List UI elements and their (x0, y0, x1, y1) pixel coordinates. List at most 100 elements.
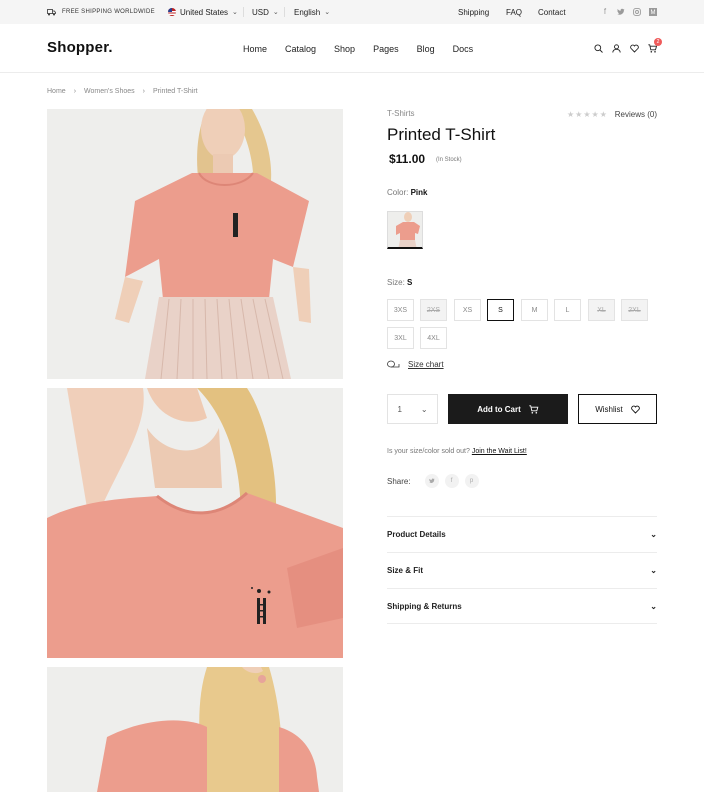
chevron-down-icon: ⌄ (232, 9, 238, 16)
currency-selector[interactable]: USD ⌄ (252, 0, 279, 24)
size-option-xl[interactable]: XL (588, 299, 615, 321)
nav-blog[interactable]: Blog (417, 44, 435, 54)
accordion-label: Size & Fit (387, 566, 424, 575)
currency-label: USD (252, 7, 269, 17)
contact-link[interactable]: Contact (538, 0, 566, 24)
wishlist-label: Wishlist (595, 404, 623, 414)
cart-icon (529, 404, 539, 414)
size-option-2xl[interactable]: 2XL (621, 299, 648, 321)
chevron-down-icon: ⌄ (650, 601, 657, 611)
nav-home[interactable]: Home (243, 44, 267, 54)
country-selector[interactable]: United States ⌄ (168, 0, 238, 24)
svg-text:M: M (651, 10, 656, 16)
ruler-icon (387, 360, 400, 368)
faq-link[interactable]: FAQ (506, 0, 522, 24)
quantity-select[interactable]: 1 ⌄ (387, 394, 438, 424)
color-swatch-pink[interactable] (387, 211, 423, 249)
us-flag-icon (168, 8, 176, 16)
nav-catalog[interactable]: Catalog (285, 44, 316, 54)
size-option-m[interactable]: M (521, 299, 548, 321)
star-icon: ★ (575, 110, 583, 119)
share-bar: Share: f p (387, 474, 479, 488)
quantity-value: 1 (397, 404, 402, 414)
size-option-3xl[interactable]: 3XL (387, 327, 414, 349)
size-option-3xs[interactable]: 3XS (387, 299, 414, 321)
cart-icon[interactable]: 2 (648, 38, 662, 53)
breadcrumb-home[interactable]: Home (47, 88, 66, 95)
star-icon: ★ (567, 110, 575, 119)
heart-icon (630, 405, 640, 414)
divider (284, 7, 285, 17)
heart-icon[interactable] (630, 44, 639, 53)
color-label-text: Color: (387, 188, 409, 197)
reviews-link[interactable]: Reviews (0) (615, 110, 657, 119)
chevron-right-icon: › (73, 87, 77, 95)
product-image-detail[interactable] (47, 388, 343, 658)
size-option-2xs[interactable]: 2XS (420, 299, 447, 321)
chevron-down-icon: ⌄ (324, 9, 331, 16)
breadcrumb-category[interactable]: Women's Shoes (84, 88, 135, 95)
nav-pages[interactable]: Pages (373, 44, 399, 54)
nav-docs[interactable]: Docs (453, 44, 474, 54)
star-icon: ★ (591, 110, 599, 119)
twitter-icon[interactable] (617, 8, 625, 16)
accordion-shipping-returns[interactable]: Shipping & Returns ⌄ (387, 588, 657, 624)
product-image-back[interactable] (47, 667, 343, 792)
top-bar: FREE SHIPPING WORLDWIDE United States ⌄ … (0, 0, 704, 24)
shipping-link[interactable]: Shipping (458, 0, 489, 24)
rating-stars: ★ ★ ★ ★ ★ (567, 110, 607, 119)
main-nav: Home Catalog Shop Pages Blog Docs (243, 24, 473, 73)
chevron-down-icon: ⌄ (650, 530, 657, 539)
truck-icon (47, 8, 56, 15)
chevron-down-icon: ⌄ (272, 9, 279, 16)
header-icons: 2 (594, 24, 662, 73)
wait-list-link[interactable]: Join the Wait List! (472, 448, 527, 455)
language-label: English (294, 7, 321, 17)
facebook-icon[interactable]: f (444, 474, 459, 488)
size-label: Size: S (387, 278, 412, 287)
size-option-xs[interactable]: XS (454, 299, 481, 321)
chevron-down-icon: ⌄ (650, 566, 657, 575)
twitter-icon[interactable] (424, 474, 439, 488)
size-option-s[interactable]: S (487, 299, 514, 321)
wishlist-button[interactable]: Wishlist (578, 394, 657, 424)
instagram-icon[interactable] (633, 8, 641, 16)
facebook-icon[interactable]: f (601, 8, 609, 16)
product-category[interactable]: T-Shirts (387, 109, 415, 118)
star-icon: ★ (583, 110, 591, 119)
social-links: f M (601, 0, 657, 24)
size-option-4xl[interactable]: 4XL (420, 327, 447, 349)
size-value: S (407, 278, 413, 287)
pinterest-icon[interactable]: p (464, 474, 479, 488)
share-label: Share: (387, 476, 411, 486)
medium-icon[interactable]: M (649, 8, 657, 16)
star-icon: ★ (599, 110, 607, 119)
main-header: Shopper. Home Catalog Shop Pages Blog Do… (0, 24, 704, 73)
user-icon[interactable] (612, 44, 621, 53)
chevron-right-icon: › (142, 87, 145, 95)
color-value: Pink (410, 188, 428, 197)
product-image-front[interactable] (47, 109, 343, 379)
nav-shop[interactable]: Shop (334, 44, 355, 54)
wait-list-text: Is your size/color sold out? (387, 448, 470, 455)
language-selector[interactable]: English ⌄ (294, 0, 330, 24)
search-icon[interactable] (594, 44, 603, 53)
stock-status: (In Stock) (436, 157, 462, 163)
free-shipping-notice: FREE SHIPPING WORLDWIDE (47, 0, 155, 24)
color-label: Color: Pink (387, 188, 427, 197)
shipping-text: FREE SHIPPING WORLDWIDE (62, 9, 155, 15)
wait-list-notice: Is your size/color sold out? Join the Wa… (387, 448, 527, 455)
chevron-down-icon: ⌄ (420, 404, 428, 414)
site-logo[interactable]: Shopper. (47, 39, 113, 56)
product-title: Printed T-Shirt (387, 125, 496, 144)
accordion-product-details[interactable]: Product Details ⌄ (387, 516, 657, 552)
breadcrumb-current: Printed T-Shirt (153, 87, 198, 95)
size-option-l[interactable]: L (554, 299, 581, 321)
add-to-cart-button[interactable]: Add to Cart (448, 394, 568, 424)
country-label: United States (180, 7, 229, 17)
accordion-size-fit[interactable]: Size & Fit ⌄ (387, 552, 657, 588)
add-to-cart-label: Add to Cart (477, 404, 521, 414)
size-chart-link[interactable]: Size chart (387, 360, 444, 369)
breadcrumb: Home › Women's Shoes › Printed T-Shirt (47, 84, 198, 98)
size-label-text: Size: (387, 278, 405, 287)
